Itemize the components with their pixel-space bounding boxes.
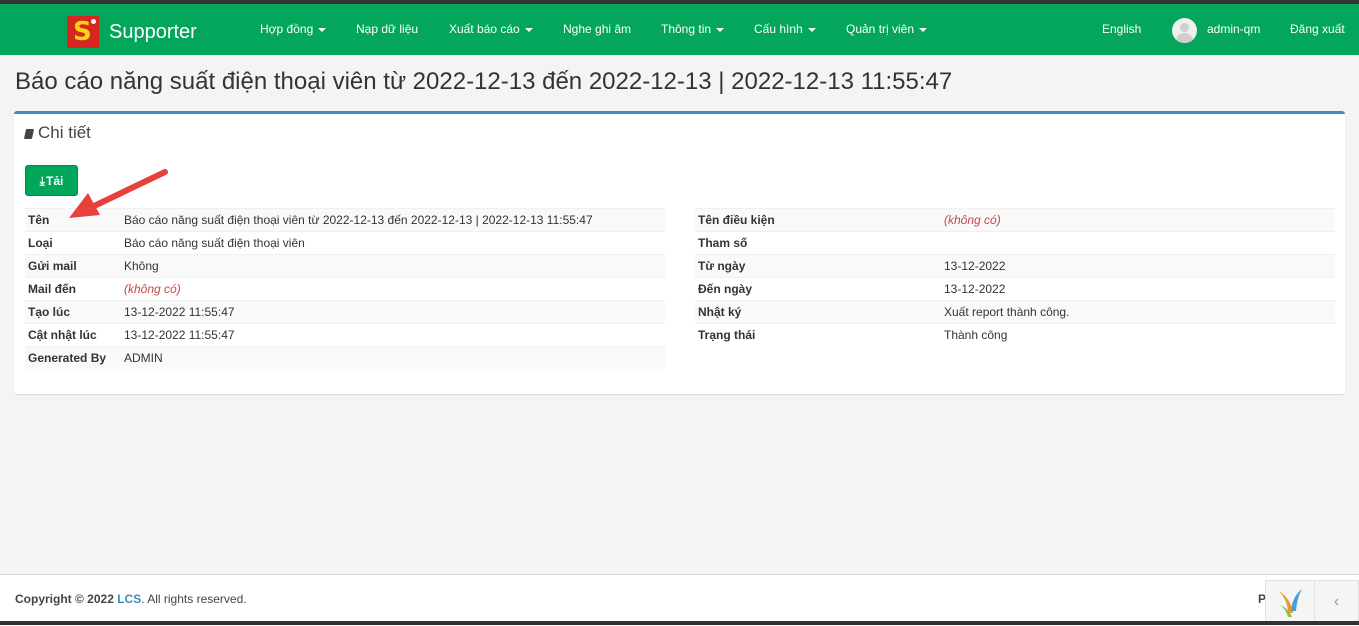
detail-key: Nhật ký [695,300,941,324]
detail-key: Tên [25,208,121,232]
chevron-left-icon[interactable]: ‹ [1314,580,1359,622]
detail-key: Tên điều kiện [695,208,941,232]
detail-key: Tham số [695,231,941,255]
detail-key: Đến ngày [695,277,941,301]
detail-value: Thành công [941,323,1335,346]
table-row: Tham số [695,231,1335,255]
detail-value: 13-12-2022 [941,277,1335,301]
detail-value: Không [121,254,665,278]
detail-value: 13-12-2022 [941,254,1335,278]
table-row: Generated By ADMIN [25,346,665,369]
detail-key: Từ ngày [695,254,941,278]
detail-key: Generated By [25,346,121,369]
detail-value [941,231,1335,255]
brand[interactable]: S Supporter [67,16,197,48]
brand-logo-icon: S [67,16,99,48]
detail-panel: Chi tiết ⤓Tải Tên Báo cáo năng suất điện … [14,111,1345,394]
yii-debug-toolbar-logo[interactable] [1265,580,1315,624]
caret-down-icon [716,27,725,32]
table-row: Nhật ký Xuất report thành công. [695,300,1335,324]
download-icon: ⤓ [39,174,45,188]
table-row: Từ ngày 13-12-2022 [695,254,1335,278]
table-row: Cật nhật lúc 13-12-2022 11:55:47 [25,323,665,347]
page-title: Báo cáo năng suất điện thoại viên từ 202… [15,68,953,95]
detail-value: Xuất report thành công. [941,300,1335,324]
table-row: Gửi mail Không [25,254,665,278]
download-button[interactable]: ⤓Tải [25,165,78,196]
detail-value: (không có) [121,277,665,301]
nav-item-xuat-bao-cao[interactable]: Xuất báo cáo [449,22,533,36]
brand-name: Supporter [109,20,197,43]
user-avatar-icon[interactable] [1172,18,1197,43]
nav-item-quan-tri-vien[interactable]: Quản trị viên [846,22,928,36]
detail-value: Báo cáo năng suất điện thoại viên từ 202… [121,208,665,232]
table-row: Mail đến (không có) [25,277,665,301]
detail-value: (không có) [941,208,1335,232]
company-link[interactable]: LCS [117,592,141,606]
caret-down-icon [318,27,327,32]
nav-item-hop-dong[interactable]: Hợp đồng [260,22,327,36]
detail-table-left: Tên Báo cáo năng suất điện thoại viên từ … [25,208,665,369]
detail-key: Mail đến [25,277,121,301]
table-row: Tạo lúc 13-12-2022 11:55:47 [25,300,665,324]
window-bottom-strip [0,621,1359,625]
detail-value: ADMIN [121,346,665,369]
language-switch[interactable]: English [1102,22,1141,36]
panel-title: Chi tiết [23,123,91,143]
nav-item-cau-hinh[interactable]: Cấu hình [754,22,816,36]
detail-value: 13-12-2022 11:55:47 [121,323,665,347]
copyright: Copyright © 2022 LCS. All rights reserve… [15,592,247,606]
yii-logo-icon [1279,589,1302,617]
table-row: Loại Báo cáo năng suất điện thoại viên [25,231,665,255]
table-row: Tên điều kiện (không có) [695,208,1335,232]
caret-down-icon [524,27,533,32]
table-row: Trạng thái Thành công [695,323,1335,346]
detail-table-right: Tên điều kiện (không có) Tham số Từ ngày 13-… [695,208,1335,346]
detail-key: Tạo lúc [25,300,121,324]
user-menu[interactable]: admin-qm [1207,22,1260,36]
nav-item-nghe-ghi-am[interactable]: Nghe ghi âm [563,22,631,36]
nav-item-thong-tin[interactable]: Thông tin [661,22,725,36]
detail-key: Trạng thái [695,323,941,346]
detail-key: Loại [25,231,121,255]
top-navbar: S Supporter Hợp đồng Nạp dữ liệu Xuất bá… [0,4,1359,55]
caret-down-icon [807,27,816,32]
detail-key: Cật nhật lúc [25,323,121,347]
detail-value: Báo cáo năng suất điện thoại viên [121,231,665,255]
book-icon [23,128,35,139]
caret-down-icon [919,27,928,32]
detail-value: 13-12-2022 11:55:47 [121,300,665,324]
table-row: Đến ngày 13-12-2022 [695,277,1335,301]
detail-key: Gửi mail [25,254,121,278]
footer: Copyright © 2022 LCS. All rights reserve… [0,574,1359,622]
logout-link[interactable]: Đăng xuất [1290,22,1345,36]
table-row: Tên Báo cáo năng suất điện thoại viên từ … [25,208,665,232]
nav-item-nap-du-lieu[interactable]: Nạp dữ liệu [356,22,418,36]
